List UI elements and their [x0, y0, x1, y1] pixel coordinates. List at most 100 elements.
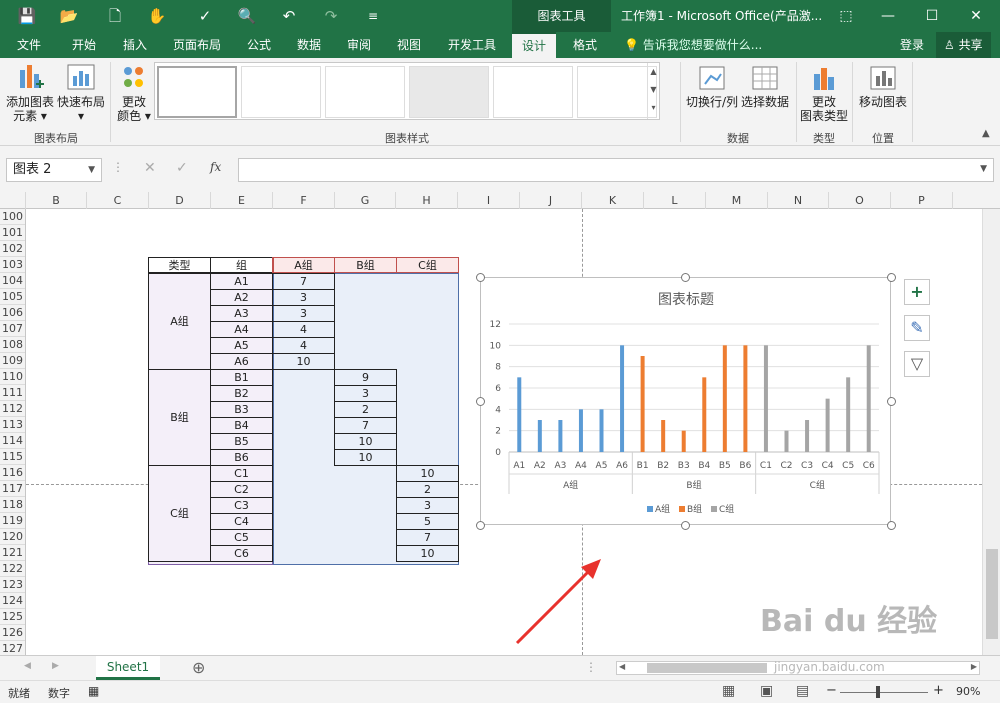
table-header[interactable]: B组 [334, 257, 397, 273]
chevron-down-icon[interactable]: ▼ [88, 159, 95, 181]
table-cell[interactable]: 5 [396, 513, 459, 530]
column-header[interactable]: E [211, 192, 273, 209]
row-header[interactable]: 122 [0, 561, 25, 577]
cancel-icon[interactable]: ✕ [144, 160, 156, 176]
zoom-level[interactable]: 90% [956, 685, 980, 698]
table-cell[interactable]: 7 [272, 273, 335, 290]
undo-icon[interactable]: ↶ [276, 0, 302, 32]
column-header[interactable]: I [458, 192, 520, 209]
table-cell[interactable]: 3 [272, 305, 335, 322]
row-header[interactable]: 103 [0, 257, 25, 273]
table-type-cell[interactable]: C组 [148, 465, 211, 562]
table-cell[interactable]: B3 [210, 401, 273, 418]
new-file-icon[interactable]: 🗋 [102, 0, 128, 32]
row-header[interactable]: 101 [0, 225, 25, 241]
resize-handle[interactable] [681, 521, 690, 530]
row-header[interactable]: 105 [0, 289, 25, 305]
table-cell[interactable]: 4 [272, 321, 335, 338]
table-cell[interactable]: A5 [210, 337, 273, 354]
row-header[interactable]: 104 [0, 273, 25, 289]
row-header[interactable]: 110 [0, 369, 25, 385]
table-cell[interactable]: A3 [210, 305, 273, 322]
tab-data[interactable]: 数据 [297, 32, 321, 58]
table-cell[interactable]: 3 [396, 497, 459, 514]
chart-style-5[interactable] [493, 66, 573, 118]
redo-icon[interactable]: ↷ [318, 0, 344, 32]
column-header[interactable]: F [273, 192, 335, 209]
table-cell[interactable]: 4 [272, 337, 335, 354]
tab-developer[interactable]: 开发工具 [448, 32, 496, 58]
close-button[interactable]: ✕ [956, 0, 996, 32]
row-header[interactable]: 124 [0, 593, 25, 609]
tab-view[interactable]: 视图 [397, 32, 421, 58]
row-header[interactable]: 120 [0, 529, 25, 545]
table-header[interactable]: C组 [396, 257, 459, 273]
column-header[interactable]: H [396, 192, 458, 209]
table-cell[interactable]: C3 [210, 497, 273, 514]
column-header[interactable]: G [335, 192, 396, 209]
table-header[interactable]: 组 [210, 257, 273, 273]
select-data-button[interactable]: 选择数据 [740, 64, 790, 109]
tab-formulas[interactable]: 公式 [247, 32, 271, 58]
print-preview-icon[interactable]: 🔍 [234, 0, 260, 32]
add-chart-element-button[interactable]: 添加图表 元素 ▾ [6, 62, 54, 123]
scroll-right-icon[interactable]: ▶ [52, 661, 59, 671]
table-cell[interactable]: B5 [210, 433, 273, 450]
gallery-scroll[interactable]: ▲ ▼ ▾ [647, 63, 659, 119]
row-header[interactable]: 115 [0, 449, 25, 465]
chart-filter-icon[interactable]: ▽ [904, 351, 930, 377]
zoom-out-button[interactable]: − [826, 683, 837, 698]
table-cell[interactable]: 2 [334, 401, 397, 418]
table-cell[interactable]: 10 [272, 353, 335, 370]
macro-record-icon[interactable]: ▦ [88, 684, 99, 698]
column-header[interactable]: M [706, 192, 768, 209]
table-cell[interactable]: 10 [334, 433, 397, 450]
column-header[interactable]: K [582, 192, 644, 209]
table-cell[interactable]: C5 [210, 529, 273, 546]
row-header[interactable]: 111 [0, 385, 25, 401]
table-cell[interactable]: 10 [334, 449, 397, 466]
column-header[interactable]: D [149, 192, 211, 209]
table-cell[interactable]: B4 [210, 417, 273, 434]
zoom-in-button[interactable]: + [933, 683, 944, 698]
row-header[interactable]: 113 [0, 417, 25, 433]
resize-handle[interactable] [887, 521, 896, 530]
row-header[interactable]: 102 [0, 241, 25, 257]
tab-design[interactable]: 设计 [512, 32, 557, 58]
change-chart-type-button[interactable]: 更改 图表类型 [800, 64, 848, 123]
row-header[interactable]: 107 [0, 321, 25, 337]
move-chart-button[interactable]: 移动图表 [858, 64, 908, 109]
chart-object[interactable]: 图表标题 0 2 4 6 8 10 12 A1 A2 A3 A4 A5 A6 B1 B2 B3 B4 B5 B6 C1… [480, 277, 891, 525]
normal-view-icon[interactable]: ▦ [722, 683, 735, 699]
page-break-view-icon[interactable]: ▤ [796, 683, 809, 699]
table-cell[interactable]: 3 [334, 385, 397, 402]
row-header[interactable]: 117 [0, 481, 25, 497]
row-header[interactable]: 123 [0, 577, 25, 593]
table-cell[interactable]: C1 [210, 465, 273, 482]
vertical-scrollbar[interactable] [982, 209, 1000, 655]
row-header[interactable]: 100 [0, 209, 25, 225]
ribbon-display-icon[interactable]: ⬚ [826, 0, 866, 32]
column-header[interactable]: L [644, 192, 706, 209]
table-cell[interactable]: A6 [210, 353, 273, 370]
table-cell[interactable]: 2 [396, 481, 459, 498]
tab-review[interactable]: 审阅 [347, 32, 371, 58]
row-header[interactable]: 108 [0, 337, 25, 353]
table-cell[interactable]: C4 [210, 513, 273, 530]
insert-function-icon[interactable]: fx [210, 160, 221, 174]
tab-insert[interactable]: 插入 [123, 32, 147, 58]
resize-handle[interactable] [681, 273, 690, 282]
table-header[interactable]: 类型 [148, 257, 211, 273]
chart-style-6[interactable] [577, 66, 657, 118]
customize-toolbar-icon[interactable]: ≡ [360, 0, 386, 32]
resize-handle[interactable] [476, 397, 485, 406]
table-cell[interactable]: A2 [210, 289, 273, 306]
chart-elements-plus-icon[interactable]: + [904, 279, 930, 305]
resize-handle[interactable] [887, 397, 896, 406]
zoom-slider-thumb[interactable] [876, 686, 880, 698]
table-cell[interactable]: 10 [396, 545, 459, 562]
switch-row-column-button[interactable]: 切换行/列 [686, 64, 738, 109]
login-link[interactable]: 登录 [900, 32, 924, 58]
add-sheet-icon[interactable]: ⊕ [192, 658, 205, 677]
table-cell[interactable]: 7 [334, 417, 397, 434]
